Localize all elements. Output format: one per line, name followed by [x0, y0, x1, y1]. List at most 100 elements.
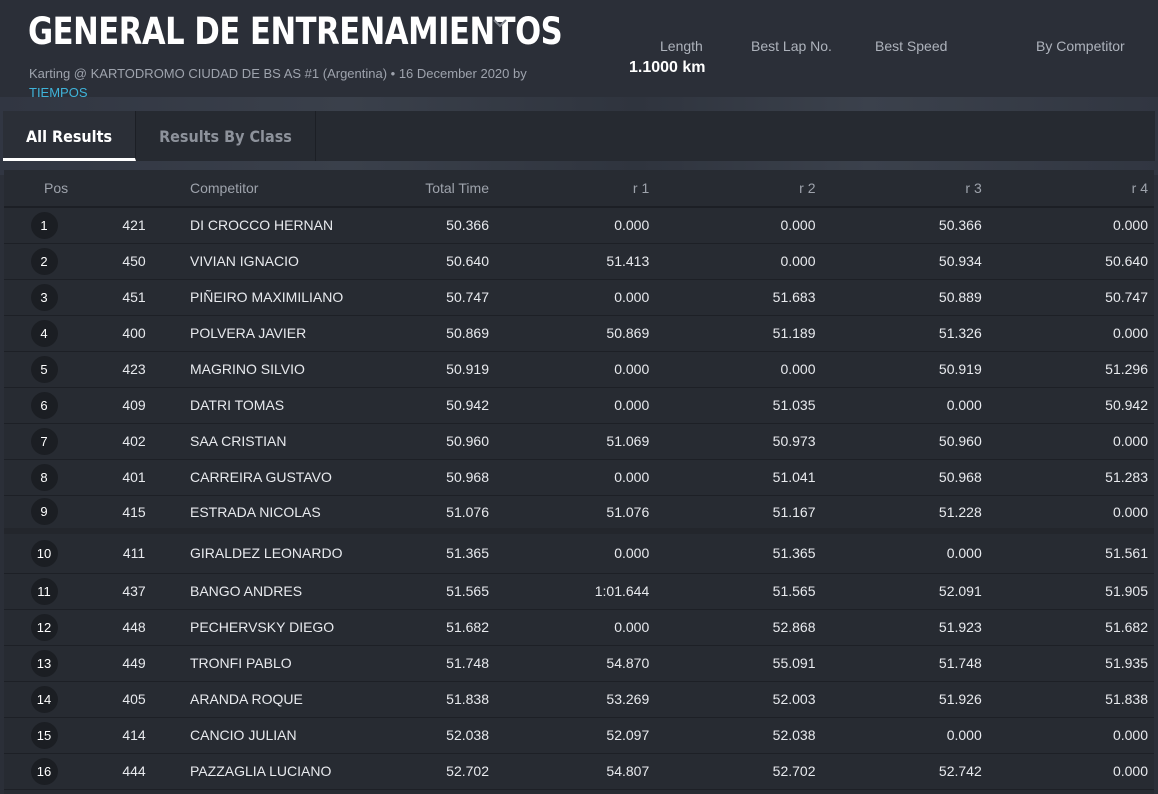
cell-r2: 51.189 — [655, 315, 822, 352]
cell-competitor: ARANDA ROQUE — [184, 681, 374, 718]
cell-total-time: 50.640 — [374, 243, 489, 280]
cell-competitor: ESTRADA NICOLAS — [184, 495, 374, 532]
tab-results-by-class[interactable]: Results By Class — [136, 111, 316, 161]
title-wrap: GENERAL DE ENTRENAMIENTOS — [28, 10, 609, 53]
cell-total-time: 51.838 — [374, 681, 489, 718]
col-r1[interactable]: r 1 — [489, 170, 656, 208]
cell-r3: 51.748 — [821, 645, 988, 682]
cell-total-time: 51.076 — [374, 495, 489, 532]
cell-r1: 51.076 — [489, 495, 656, 532]
cell-pos: 12 — [4, 609, 84, 646]
col-r2[interactable]: r 2 — [655, 170, 822, 208]
cell-total-time: 50.942 — [374, 387, 489, 424]
stat-by-competitor[interactable]: By Competitor — [1036, 38, 1125, 54]
cell-total-time: 50.919 — [374, 351, 489, 388]
col-pos[interactable]: Pos — [4, 170, 84, 208]
cell-competitor: POLVERA JAVIER — [184, 315, 374, 352]
table-row[interactable]: 12 448 PECHERVSKY DIEGO 51.682 0.000 52.868 51… — [4, 609, 1154, 646]
cell-r1: 52.097 — [489, 717, 656, 754]
table-row[interactable]: 11 437 BANGO ANDRES 51.565 1:01.644 51.565 52.… — [4, 573, 1154, 610]
table-header-row: Pos Competitor Total Time r 1 r 2 r 3 r … — [4, 170, 1154, 208]
table-row[interactable]: 13 449 TRONFI PABLO 51.748 54.870 55.091 51.74… — [4, 645, 1154, 682]
cell-pos: 4 — [4, 315, 84, 352]
position-badge: 6 — [30, 391, 58, 419]
table-row[interactable]: 3 451 PIÑEIRO MAXIMILIANO 50.747 0.000 51.683… — [4, 279, 1154, 316]
cell-total-time: 50.968 — [374, 459, 489, 496]
cell-competitor: PIÑEIRO MAXIMILIANO — [184, 279, 374, 316]
cell-number: 444 — [84, 753, 184, 790]
cell-total-time: 50.747 — [374, 279, 489, 316]
cell-r3: 0.000 — [821, 528, 988, 574]
cell-competitor: VIVIAN IGNACIO — [184, 243, 374, 280]
page-header: GENERAL DE ENTRENAMIENTOS Karting @ KART… — [0, 0, 1158, 105]
cell-r1: 50.869 — [489, 315, 656, 352]
results-table-wrap: Pos Competitor Total Time r 1 r 2 r 3 r … — [4, 170, 1154, 794]
stat-best-lap: Best Lap No. — [751, 38, 832, 54]
table-row[interactable]: 4 400 POLVERA JAVIER 50.869 50.869 51.189 51.3… — [4, 315, 1154, 352]
cell-r1: 0.000 — [489, 528, 656, 574]
cell-r3: 0.000 — [821, 717, 988, 754]
cell-r1: 1:01.644 — [489, 573, 656, 610]
page-title: GENERAL DE ENTRENAMIENTOS — [28, 10, 563, 53]
cell-r2: 52.003 — [655, 681, 822, 718]
cell-number: 448 — [84, 609, 184, 646]
cell-total-time: 51.565 — [374, 573, 489, 610]
position-badge: 10 — [30, 539, 58, 567]
cell-competitor: DATRI TOMAS — [184, 387, 374, 424]
cell-number: 423 — [84, 351, 184, 388]
table-row[interactable]: 15 414 CANCIO JULIAN 52.038 52.097 52.038 0.00… — [4, 717, 1154, 754]
table-row[interactable]: 8 401 CARREIRA GUSTAVO 50.968 0.000 51.041 50.… — [4, 459, 1154, 496]
table-row[interactable]: 14 405 ARANDA ROQUE 51.838 53.269 52.003 51.92… — [4, 681, 1154, 718]
position-badge: 3 — [30, 283, 58, 311]
table-row[interactable]: 2 450 VIVIAN IGNACIO 50.640 51.413 0.000 50.93… — [4, 243, 1154, 280]
cell-competitor: BANGO ANDRES — [184, 573, 374, 610]
table-row[interactable]: 9 415 ESTRADA NICOLAS 51.076 51.076 51.167 51.… — [4, 495, 1154, 532]
cell-r2: 0.000 — [655, 351, 822, 388]
table-row[interactable]: 1 421 DI CROCCO HERNAN 50.366 0.000 0.000 50.3… — [4, 207, 1154, 244]
position-badge: 16 — [30, 757, 58, 785]
table-row[interactable]: 6 409 DATRI TOMAS 50.942 0.000 51.035 0.000 50.… — [4, 387, 1154, 424]
cell-pos: 11 — [4, 573, 84, 610]
cell-total-time: 52.038 — [374, 717, 489, 754]
cell-competitor: MAGRINO SILVIO — [184, 351, 374, 388]
position-badge: 5 — [30, 355, 58, 383]
table-row[interactable]: 16 444 PAZZAGLIA LUCIANO 52.702 54.807 52.702… — [4, 753, 1154, 790]
cell-r3: 52.742 — [821, 753, 988, 790]
col-total-time[interactable]: Total Time — [374, 170, 489, 208]
cell-competitor: DI CROCCO HERNAN — [184, 207, 374, 244]
col-r3[interactable]: r 3 — [821, 170, 988, 208]
cell-pos: 5 — [4, 351, 84, 388]
cell-pos: 9 — [4, 495, 84, 532]
col-competitor[interactable]: Competitor — [184, 170, 374, 208]
position-badge: 14 — [30, 685, 58, 713]
cell-r2: 51.565 — [655, 573, 822, 610]
results-tabs: All Results Results By Class — [3, 111, 1155, 161]
stat-best-speed-label: Best Speed — [875, 38, 948, 54]
cell-r4: 0.000 — [987, 495, 1154, 532]
table-row[interactable]: 5 423 MAGRINO SILVIO 50.919 0.000 0.000 50.919… — [4, 351, 1154, 388]
cell-competitor: PECHERVSKY DIEGO — [184, 609, 374, 646]
position-badge: 15 — [30, 721, 58, 749]
tab-all-results[interactable]: All Results — [3, 111, 137, 161]
cell-r2: 0.000 — [655, 243, 822, 280]
col-r4[interactable]: r 4 — [987, 170, 1154, 208]
table-row[interactable]: 10 411 GIRALDEZ LEONARDO 51.365 0.000 51.365 0… — [4, 528, 1154, 574]
position-badge: 11 — [30, 577, 58, 605]
cell-pos: 8 — [4, 459, 84, 496]
chevron-down-icon[interactable] — [492, 17, 508, 29]
cell-number: 415 — [84, 495, 184, 532]
position-badge: 2 — [30, 247, 58, 275]
cell-r4: 0.000 — [987, 207, 1154, 244]
position-badge: 12 — [30, 613, 58, 641]
position-badge: 1 — [30, 211, 58, 239]
table-row[interactable]: 7 402 SAA CRISTIAN 50.960 51.069 50.973 50.960… — [4, 423, 1154, 460]
cell-number: 437 — [84, 573, 184, 610]
cell-r3: 50.919 — [821, 351, 988, 388]
stat-by-competitor-label[interactable]: By Competitor — [1036, 38, 1125, 54]
cell-number: 421 — [84, 207, 184, 244]
cell-pos: 2 — [4, 243, 84, 280]
cell-r4: 0.000 — [987, 753, 1154, 790]
cell-r3: 0.000 — [821, 387, 988, 424]
cell-pos: 7 — [4, 423, 84, 460]
cell-number: 451 — [84, 279, 184, 316]
